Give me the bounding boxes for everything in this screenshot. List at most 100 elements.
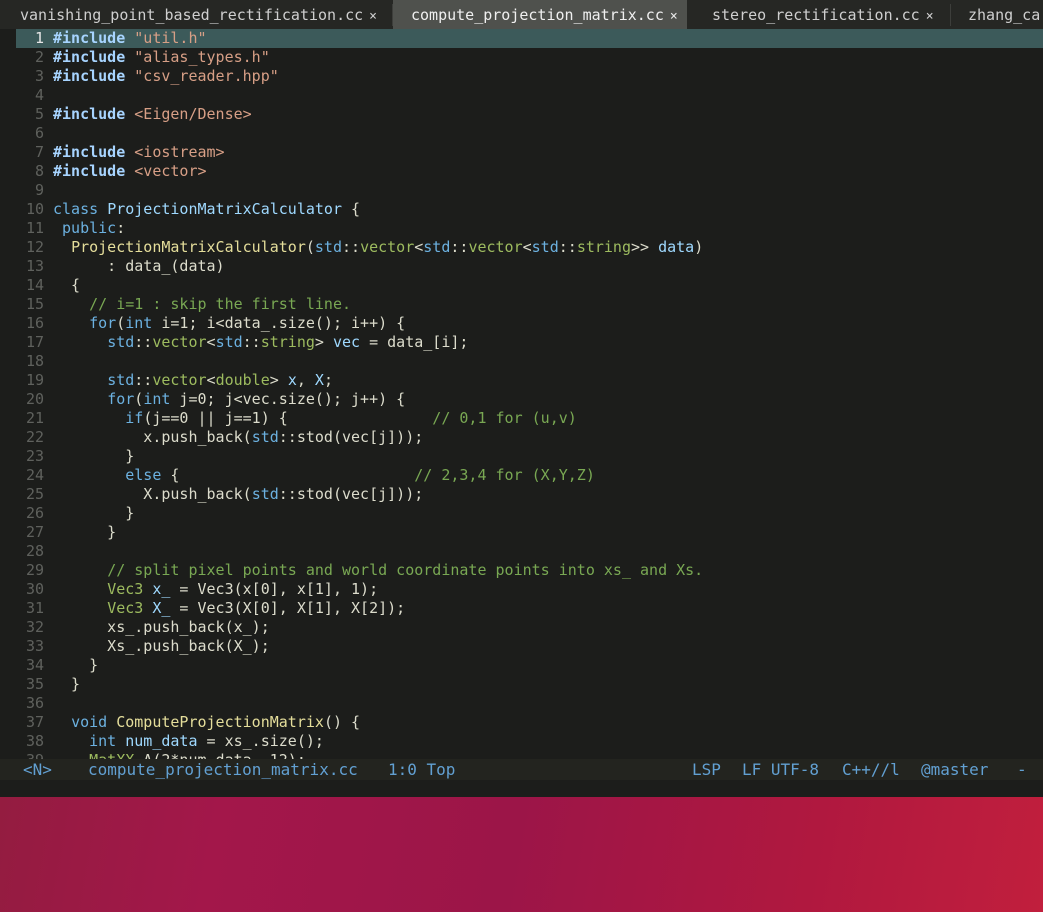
tab-bar: vanishing_point_based_rectification.cc × … [0,0,1043,29]
code-token: else [125,466,162,484]
code-token: ::stod(vec[j])); [278,428,424,446]
code-token: j=0; j<vec.size(); j++) { [170,390,406,408]
code-token: : [116,219,126,237]
code-line[interactable]: 25 X.push_back(std::stod(vec[j])); [0,485,1043,504]
code-line[interactable]: 17 std::vector<std::string> vec = data_[… [0,333,1043,352]
code-token: string [576,238,631,256]
code-line[interactable]: 27 } [0,523,1043,542]
code-line[interactable]: 13 : data_(data) [0,257,1043,276]
code-line[interactable]: 12 ProjectionMatrixCalculator(std::vecto… [0,238,1043,257]
code-line[interactable]: 22 x.push_back(std::stod(vec[j])); [0,428,1043,447]
code-token: std [251,485,279,503]
file-encoding[interactable]: LF UTF-8 [742,759,819,780]
code-line[interactable]: 14 { [0,276,1043,295]
lsp-indicator[interactable]: LSP [692,759,721,780]
command-line[interactable] [0,780,1043,797]
tab-stereo-rectification[interactable]: stereo_rectification.cc × [712,0,934,29]
code-line[interactable]: 35 } [0,675,1043,694]
code-token: std [423,238,451,256]
code-token: :: [450,238,469,256]
tab-label: compute_projection_matrix.cc [411,6,664,24]
code-line[interactable]: 39 MatXX A(2*num_data, 12); [0,751,1043,759]
status-filename: compute_projection_matrix.cc [88,760,358,779]
code-token: A(2*num_data, 12); [134,751,306,759]
code-line[interactable]: 8 #include <vector> [0,162,1043,181]
code-token: std [531,238,559,256]
code-token: "alias_types.h" [134,48,270,66]
code-line[interactable]: 37 void ComputeProjectionMatrix() { [0,713,1043,732]
code-token: for [107,390,135,408]
code-line[interactable]: 19 std::vector<double> x, X; [0,371,1043,390]
code-token: <vector> [134,162,207,180]
code-editor[interactable]: 1 #include "util.h" 2 #include "alias_types… [0,29,1043,759]
close-icon[interactable]: × [926,9,934,24]
code-line[interactable]: 34 } [0,656,1043,675]
git-branch[interactable]: @master [921,759,988,780]
code-token: #include [53,67,126,85]
tab-vanishing-point[interactable]: vanishing_point_based_rectification.cc × [20,0,377,29]
mode-indicator: <N> [23,760,52,779]
close-icon[interactable]: × [670,9,678,24]
code-line[interactable]: 38 int num_data = xs_.size(); [0,732,1043,751]
code-line[interactable]: 7 #include <iostream> [0,143,1043,162]
code-line[interactable]: 21 if(j==0 || j==1) { // 0,1 for (u,v) [0,409,1043,428]
code-token: > [314,333,333,351]
code-token: // 0,1 for (u,v) [432,409,577,427]
code-token: = Vec3(X[0], X[1], X[2]); [170,599,406,617]
code-line[interactable]: 33 Xs_.push_back(X_); [0,637,1043,656]
tab-zhang-calibration[interactable]: zhang_ca [968,0,1040,29]
code-line[interactable]: 10 class ProjectionMatrixCalculator { [0,200,1043,219]
code-line[interactable]: 11 public: [0,219,1043,238]
tab-compute-projection-matrix[interactable]: compute_projection_matrix.cc × [393,0,687,29]
code-line[interactable]: 1 #include "util.h" [0,29,1043,48]
code-line[interactable]: 6 [0,124,1043,143]
code-line[interactable]: 30 Vec3 x_ = Vec3(x[0], x[1], 1); [0,580,1043,599]
code-line[interactable]: 20 for(int j=0; j<vec.size(); j++) { [0,390,1043,409]
code-line[interactable]: 2 #include "alias_types.h" [0,48,1043,67]
code-token: void [71,713,108,731]
code-line[interactable]: 32 xs_.push_back(x_); [0,618,1043,637]
code-line[interactable]: 4 [0,86,1043,105]
code-line[interactable]: 26 } [0,504,1043,523]
code-line[interactable]: 15 // i=1 : skip the first line. [0,295,1043,314]
code-line[interactable]: 3 #include "csv_reader.hpp" [0,67,1043,86]
code-line[interactable]: 31 Vec3 X_ = Vec3(X[0], X[1], X[2]); [0,599,1043,618]
code-token: if [125,409,144,427]
code-line[interactable]: 18 [0,352,1043,371]
code-token: ( [305,238,315,256]
code-line[interactable]: 5 #include <Eigen/Dense> [0,105,1043,124]
code-token: < [522,238,532,256]
code-line[interactable]: 36 [0,694,1043,713]
code-token: ( [134,390,144,408]
code-line[interactable]: 29 // split pixel points and world coord… [0,561,1043,580]
code-token: #include [53,29,126,47]
code-token: Vec3 [107,580,144,598]
code-line[interactable]: 24 else { // 2,3,4 for (X,Y,Z) [0,466,1043,485]
code-line[interactable]: 23 } [0,447,1043,466]
code-line[interactable]: 28 [0,542,1043,561]
code-token: #include [53,143,126,161]
code-token: ; [323,371,333,389]
file-type[interactable]: C++//l [842,759,900,780]
code-token: = xs_.size(); [197,732,324,750]
code-token: public [62,219,117,237]
code-line[interactable]: 16 for(int i=1; i<data_.size(); i++) { [0,314,1043,333]
close-icon[interactable]: × [369,9,377,24]
code-token: > [269,371,288,389]
code-token: std [107,371,135,389]
code-token: X_ [152,599,171,617]
code-line[interactable]: 9 [0,181,1043,200]
